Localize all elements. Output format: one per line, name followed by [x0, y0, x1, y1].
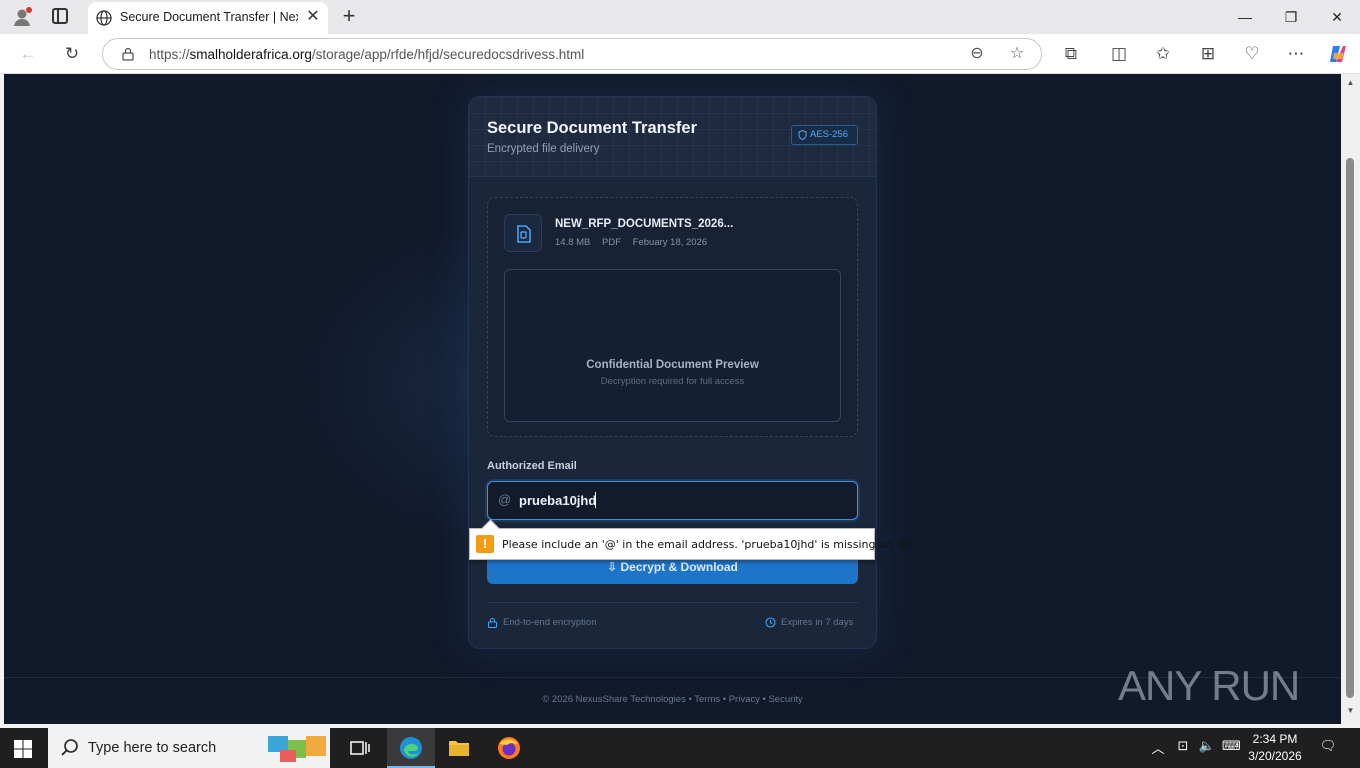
- globe-icon: [96, 10, 112, 26]
- task-view-icon[interactable]: [336, 728, 384, 768]
- scroll-up-icon[interactable]: ▲: [1345, 78, 1356, 87]
- favorite-star-icon[interactable]: ☆: [1007, 44, 1027, 64]
- preview-subtitle: Decryption required for full access: [600, 376, 745, 387]
- split-screen-icon[interactable]: ◫: [1108, 43, 1130, 65]
- clock-date: 3/20/2026: [1248, 749, 1302, 763]
- refresh-icon[interactable]: ↻: [61, 43, 83, 65]
- tab-actions-icon[interactable]: [52, 8, 68, 24]
- expiry-note: Expires in 7 days: [765, 617, 853, 628]
- pdf-file-icon: [504, 214, 542, 252]
- watermark-text: ANY RUN: [1118, 662, 1300, 709]
- anyrun-watermark: ANY RUN: [1118, 656, 1318, 718]
- more-menu-icon[interactable]: ⋯: [1285, 43, 1307, 65]
- clock-time: 2:34 PM: [1252, 732, 1298, 746]
- email-input[interactable]: [519, 490, 839, 510]
- windows-taskbar: Type here to search ︿ ⊡ 🔈 ⌨ 2:34 PM 3/20…: [0, 728, 1360, 768]
- page-scrollbar[interactable]: ▲ ▼: [1341, 74, 1360, 724]
- volume-icon[interactable]: 🔈: [1198, 738, 1216, 758]
- download-icon: ⇩: [607, 560, 621, 574]
- document-name: NEW_RFP_DOCUMENTS_2026...: [555, 218, 734, 230]
- search-placeholder: Type here to search: [88, 740, 217, 756]
- tab-title: Secure Document Transfer | NexusShare: [120, 10, 298, 24]
- preview-title: Confidential Document Preview: [586, 359, 759, 371]
- firefox-icon[interactable]: [485, 728, 533, 768]
- network-icon[interactable]: ⊡: [1174, 738, 1192, 758]
- edge-taskbar-icon[interactable]: [387, 728, 435, 768]
- ime-icon[interactable]: ⌨: [1222, 738, 1241, 758]
- email-field[interactable]: @: [487, 481, 858, 520]
- lock-icon[interactable]: [121, 47, 135, 61]
- restore-icon[interactable]: ❐: [1280, 6, 1302, 28]
- at-icon: @: [498, 492, 512, 507]
- copilot-icon[interactable]: [1327, 43, 1349, 65]
- clock-icon: [765, 617, 776, 628]
- validation-message: Please include an '@' in the email addre…: [502, 538, 917, 551]
- url-text[interactable]: https://smalholderafrica.org/storage/app…: [149, 47, 584, 62]
- browser-tabbar: Secure Document Transfer | NexusShare ✕ …: [0, 0, 1360, 34]
- profile-icon[interactable]: [12, 7, 32, 27]
- document-box: NEW_RFP_DOCUMENTS_2026... 14.8 MB PDF Fe…: [487, 197, 858, 437]
- notifications-icon[interactable]: 🗨: [1318, 738, 1338, 758]
- address-bar[interactable]: https://smalholderafrica.org/storage/app…: [102, 38, 1042, 70]
- card-divider: [487, 602, 858, 603]
- lock-icon: [487, 617, 498, 628]
- file-explorer-icon[interactable]: [435, 728, 483, 768]
- card-header: Secure Document Transfer Encrypted file …: [469, 97, 876, 177]
- document-meta: 14.8 MB PDF Febuary 18, 2026: [555, 237, 716, 248]
- back-icon[interactable]: ←: [17, 43, 39, 65]
- encryption-badge: AES-256: [791, 125, 858, 145]
- document-size: 14.8 MB: [555, 237, 591, 248]
- taskbar-clock[interactable]: 2:34 PM 3/20/2026: [1240, 731, 1310, 765]
- document-preview: Confidential Document Preview Decryption…: [504, 269, 841, 422]
- browser-tab-active[interactable]: Secure Document Transfer | NexusShare ✕: [88, 2, 328, 34]
- tray-chevron-icon[interactable]: ︿: [1150, 738, 1166, 758]
- favorites-icon[interactable]: ✩: [1152, 43, 1174, 65]
- puzzle-icon: [268, 736, 326, 762]
- encryption-note: End-to-end encryption: [487, 617, 596, 628]
- encryption-note-text: End-to-end encryption: [503, 617, 597, 628]
- document-date: Febuary 18, 2026: [632, 237, 708, 248]
- window-close-icon[interactable]: ✕: [1326, 6, 1348, 28]
- browser-essentials-icon[interactable]: ♡: [1241, 43, 1263, 65]
- card-subtitle: Encrypted file delivery: [487, 143, 600, 155]
- tab-close-icon[interactable]: ✕: [304, 8, 322, 26]
- text-caret: [595, 492, 596, 508]
- scroll-down-icon[interactable]: ▼: [1345, 706, 1356, 715]
- minimize-icon[interactable]: —: [1234, 6, 1256, 28]
- expiry-note-text: Expires in 7 days: [781, 617, 854, 628]
- badge-label: AES-256: [810, 129, 849, 140]
- transfer-card: Secure Document Transfer Encrypted file …: [468, 96, 877, 649]
- browser-toolbar: ← ↻ https://smalholderafrica.org/storage…: [0, 34, 1360, 74]
- card-title: Secure Document Transfer: [487, 119, 697, 137]
- taskbar-search[interactable]: Type here to search: [48, 728, 330, 768]
- page-viewport: Secure Document Transfer Encrypted file …: [4, 74, 1341, 724]
- document-format: PDF: [602, 237, 622, 248]
- new-tab-icon[interactable]: +: [338, 5, 360, 27]
- windows-start-icon[interactable]: [14, 740, 32, 758]
- warning-icon: !: [476, 535, 494, 553]
- search-icon: [61, 739, 78, 756]
- collections-icon[interactable]: ⊞: [1197, 43, 1219, 65]
- scrollbar-thumb[interactable]: [1346, 158, 1354, 698]
- zoom-icon[interactable]: ⊖: [967, 44, 987, 64]
- email-label: Authorized Email: [487, 460, 577, 472]
- validation-tooltip: ! Please include an '@' in the email add…: [469, 528, 917, 560]
- shield-icon: [798, 130, 807, 140]
- decrypt-download-label: Decrypt & Download: [620, 560, 738, 574]
- extensions-icon[interactable]: ⧉: [1060, 43, 1082, 65]
